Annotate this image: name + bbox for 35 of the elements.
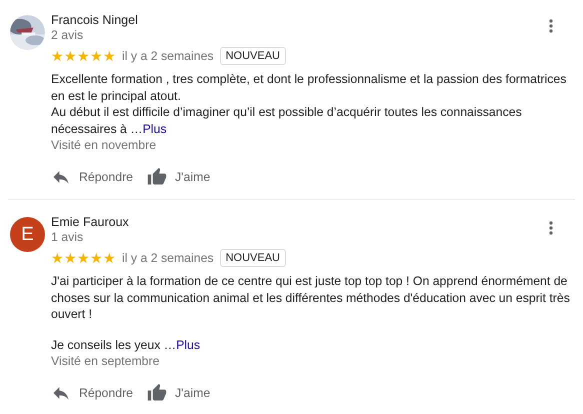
new-badge: NOUVEAU [220, 249, 286, 267]
star-icon: ★ [51, 251, 64, 265]
author-name[interactable]: Francois Ningel [51, 12, 138, 28]
author-name[interactable]: Emie Fauroux [51, 214, 129, 230]
star-icon: ★ [77, 251, 90, 265]
thumbs-up-icon[interactable] [147, 167, 168, 187]
review-time: il y a 2 semaines [122, 49, 214, 63]
star-icon: ★ [103, 49, 116, 63]
star-icon: ★ [51, 49, 64, 63]
action-label[interactable]: J'aime [175, 170, 210, 184]
new-badge: NOUVEAU [220, 47, 286, 65]
visit-date: Visité en septembre [51, 353, 160, 369]
star-icon: ★ [103, 251, 116, 265]
more-link[interactable]: Plus [142, 122, 167, 136]
star-icon: ★ [64, 251, 77, 265]
thumbs-up-icon[interactable] [147, 383, 168, 403]
action-label[interactable]: Répondre [79, 386, 134, 400]
avatar-letter: E [10, 217, 45, 252]
review-time: il y a 2 semaines [122, 251, 214, 265]
review-count: 2 avis [51, 28, 84, 43]
star-icon: ★ [77, 49, 90, 63]
action-label[interactable]: J'aime [175, 386, 210, 400]
more-menu-icon[interactable] [549, 221, 553, 235]
more-link[interactable]: Plus [176, 338, 200, 352]
star-icon: ★ [90, 49, 103, 63]
more-menu-icon[interactable] [549, 19, 553, 33]
action-label[interactable]: Répondre [79, 170, 134, 184]
review-text: Au début il est difficile d’imaginer qu’il est possible d’acquérir toutes les connaissances nécessaires à …Plus [51, 104, 523, 137]
review-text: Je conseils les yeux …Plus [51, 336, 201, 353]
star-icon: ★ [90, 251, 103, 265]
review-count: 1 avis [51, 230, 84, 245]
review-text: Excellente formation , tres complète, et dont le professionnalisme et la passion des formatrices en est le principal atout. [51, 71, 568, 104]
star-icon: ★ [64, 49, 77, 63]
review-text: J'ai participer à la formation de ce centre qui est juste top top top ! On apprend énormément de choses sur la communication animal et les différentes méthodes d'éducation avec un esprit très ouvert ! [51, 273, 571, 322]
visit-date: Visité en novembre [51, 137, 158, 153]
